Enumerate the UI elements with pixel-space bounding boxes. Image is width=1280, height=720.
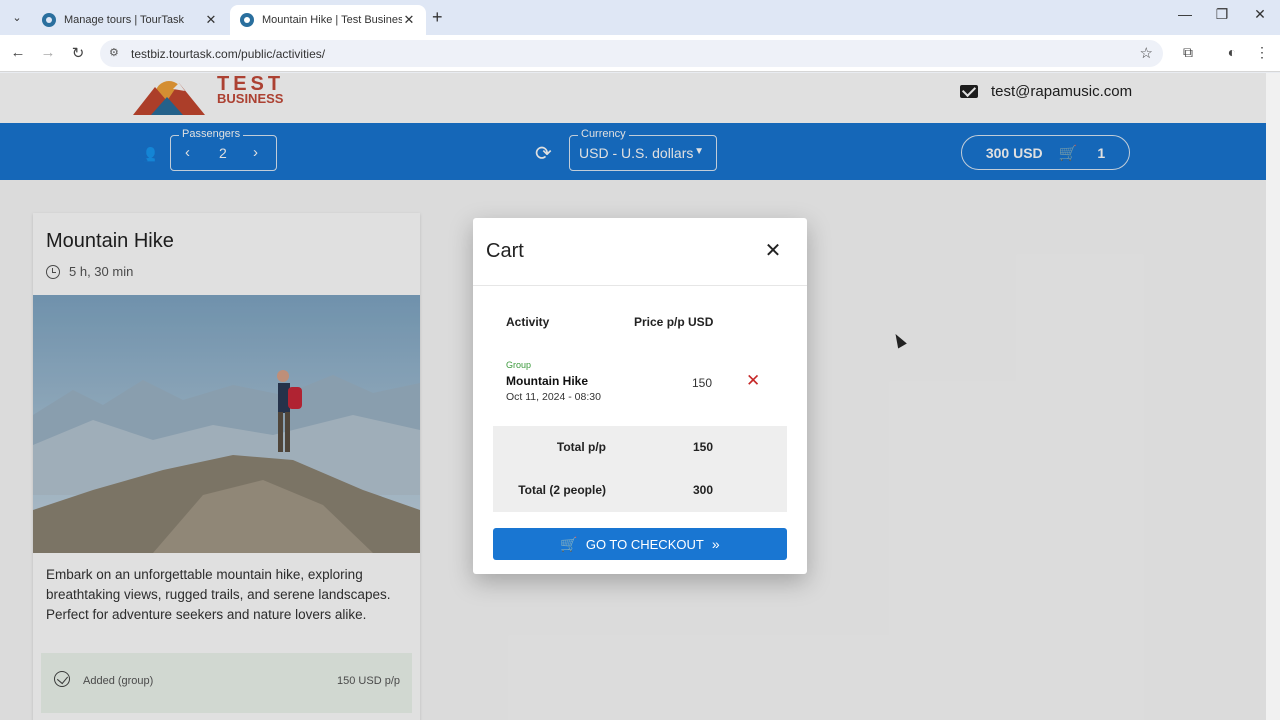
close-window-icon[interactable]: ✕ xyxy=(1250,6,1270,23)
tab-close-icon[interactable]: ✕ xyxy=(402,12,416,28)
site-gear-icon xyxy=(240,13,254,27)
add-cart-icon: 🛒 xyxy=(560,535,578,552)
cart-item-name: Mountain Hike xyxy=(506,374,589,388)
url-omnibox[interactable]: ⚙ testbiz.tourtask.com/public/activities… xyxy=(100,40,1163,67)
remove-item-icon[interactable]: ✕ xyxy=(746,371,760,391)
page-scrollbar[interactable] xyxy=(1266,73,1280,720)
minimize-icon[interactable]: — xyxy=(1175,6,1195,22)
group-tag: Group xyxy=(506,360,532,370)
total-pp-label: Total p/p xyxy=(556,440,606,454)
column-header-activity: Activity xyxy=(506,315,550,329)
checkout-button[interactable]: 🛒 GO TO CHECKOUT » xyxy=(493,528,787,560)
divider xyxy=(473,285,807,286)
profile-icon[interactable]: ◐ xyxy=(1222,44,1242,60)
tab-title: Manage tours | TourTask xyxy=(64,14,185,26)
close-icon[interactable]: ✕ xyxy=(761,238,785,263)
forward-icon[interactable]: → xyxy=(38,44,58,61)
browser-menu-icon[interactable]: ⋮ xyxy=(1252,44,1272,61)
tab-search-icon[interactable]: ⌄ xyxy=(6,7,28,27)
address-bar: ← → ↻ ⚙ testbiz.tourtask.com/public/acti… xyxy=(0,35,1280,72)
tab-title: Mountain Hike | Test Business xyxy=(262,14,402,26)
total-pp-value: 150 xyxy=(693,440,714,454)
browser-tab-bar: ⌄ Manage tours | TourTask ✕ Mountain Hik… xyxy=(0,0,1280,35)
totals-box: Total p/p 150 Total (2 people) 300 xyxy=(493,426,787,512)
tab-close-icon[interactable]: ✕ xyxy=(204,12,218,28)
total-people-label: Total (2 people) xyxy=(518,483,606,497)
total-people-value: 300 xyxy=(693,483,714,497)
checkout-label: GO TO CHECKOUT xyxy=(585,536,704,552)
site-settings-icon[interactable]: ⚙ xyxy=(109,46,119,59)
cart-title: Cart xyxy=(486,240,524,262)
bookmark-star-icon[interactable]: ☆ xyxy=(1140,44,1153,62)
tab-mountain-hike[interactable]: Mountain Hike | Test Business ✕ xyxy=(230,5,426,35)
site-gear-icon xyxy=(42,13,56,27)
column-header-price: Price p/p USD xyxy=(634,315,714,329)
cart-item-date: Oct 11, 2024 - 08:30 xyxy=(506,391,601,403)
back-icon[interactable]: ← xyxy=(8,44,28,61)
cart-modal: Cart ✕ Activity Price p/p USD Group Moun… xyxy=(473,218,807,574)
extensions-icon[interactable]: ⧉ xyxy=(1178,44,1198,61)
tab-manage-tours[interactable]: Manage tours | TourTask ✕ xyxy=(32,5,228,35)
new-tab-plus-icon[interactable]: + xyxy=(432,8,443,26)
reload-icon[interactable]: ↻ xyxy=(68,44,88,62)
cart-item-price: 150 xyxy=(692,376,713,390)
url-text[interactable]: testbiz.tourtask.com/public/activities/ xyxy=(131,47,325,61)
restore-icon[interactable]: ❐ xyxy=(1212,6,1232,23)
double-chevron-right-icon: » xyxy=(711,536,720,552)
